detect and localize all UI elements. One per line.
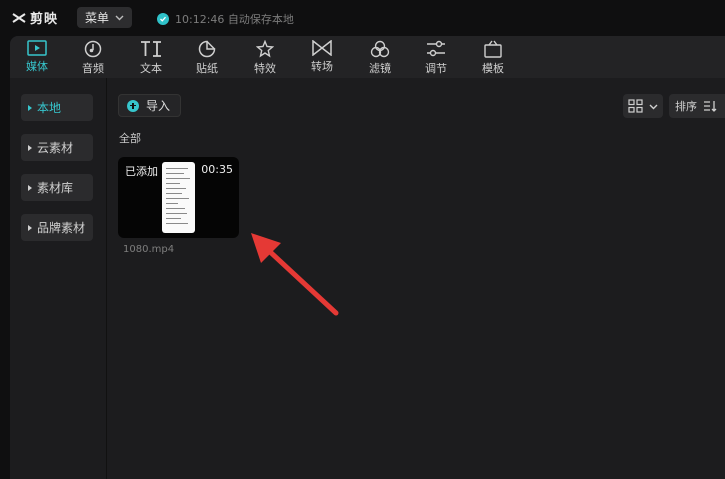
sidebar-item-label: 素材库 (37, 181, 74, 195)
autosave-text: 10:12:46 自动保存本地 (175, 13, 294, 26)
workspace: 媒体 音频 文本 贴纸 特效 转场 滤镜 调节 模板 本地 云素材 素材库 品牌… (10, 36, 725, 479)
filter-icon (370, 40, 390, 58)
tab-media-label: 媒体 (26, 60, 48, 73)
title-bar: 剪映 菜单 10:12:46 自动保存本地 (0, 0, 725, 36)
import-button[interactable]: 导入 (118, 94, 181, 117)
sidebar-item-label: 本地 (37, 101, 62, 115)
tab-template[interactable]: 模板 (473, 36, 513, 78)
media-icon (27, 40, 47, 56)
transition-icon (312, 40, 332, 56)
tab-template-label: 模板 (482, 62, 504, 75)
autosave-status: 10:12:46 自动保存本地 (157, 11, 294, 27)
triangle-right-icon (28, 224, 32, 231)
menu-label: 菜单 (84, 11, 109, 25)
tab-adjust-label: 调节 (425, 62, 447, 75)
app-logo: 剪映 (12, 8, 58, 27)
tab-effects-label: 特效 (254, 62, 276, 75)
tab-transition[interactable]: 转场 (302, 36, 342, 78)
sidebar-item-label: 云素材 (37, 141, 74, 155)
sidebar-item-cloud[interactable]: 云素材 (21, 134, 93, 161)
sort-icon (704, 101, 717, 112)
chevron-down-icon (649, 104, 658, 110)
triangle-right-icon (28, 104, 32, 111)
adjust-icon (427, 40, 445, 57)
sticker-icon (198, 40, 216, 58)
app-name: 剪映 (30, 12, 59, 27)
media-content: 导入 排序 全部 已添加 00:35 1080.mp4 (107, 78, 725, 479)
added-badge: 已添加 (125, 165, 158, 178)
chevron-down-icon (115, 15, 124, 20)
audio-icon (84, 40, 102, 58)
grid-view-icon (628, 99, 643, 113)
tab-adjust[interactable]: 调节 (416, 36, 456, 78)
sort-label: 排序 (675, 100, 697, 113)
media-thumbnail[interactable]: 已添加 00:35 (118, 157, 239, 238)
tab-sticker-label: 贴纸 (196, 62, 218, 75)
effects-icon (256, 40, 274, 58)
video-preview-image (162, 162, 195, 233)
video-duration: 00:35 (201, 163, 233, 176)
tab-audio-label: 音频 (82, 62, 104, 75)
tab-audio[interactable]: 音频 (73, 36, 113, 78)
tab-sticker[interactable]: 贴纸 (187, 36, 227, 78)
menu-button[interactable]: 菜单 (77, 7, 132, 28)
tab-transition-label: 转场 (311, 60, 333, 73)
tab-effects[interactable]: 特效 (245, 36, 285, 78)
media-filename: 1080.mp4 (123, 244, 175, 255)
tab-text[interactable]: 文本 (131, 36, 171, 78)
text-icon (141, 41, 161, 57)
tab-media[interactable]: 媒体 (17, 36, 57, 78)
triangle-right-icon (28, 184, 32, 191)
annotation-arrow (251, 233, 339, 316)
media-sidebar: 本地 云素材 素材库 品牌素材 (10, 78, 107, 479)
import-label: 导入 (146, 99, 171, 113)
triangle-right-icon (28, 144, 32, 151)
sort-button[interactable]: 排序 (669, 94, 725, 118)
sidebar-item-brand[interactable]: 品牌素材 (21, 214, 93, 241)
tab-text-label: 文本 (140, 62, 162, 75)
sidebar-item-local[interactable]: 本地 (21, 94, 93, 121)
capcut-logo-icon (12, 12, 26, 23)
section-label-all: 全部 (119, 132, 141, 145)
sidebar-item-library[interactable]: 素材库 (21, 174, 93, 201)
sidebar-item-label: 品牌素材 (37, 221, 86, 235)
plus-icon (127, 99, 139, 112)
tab-filter-label: 滤镜 (369, 62, 391, 75)
check-icon (157, 13, 169, 25)
view-mode-button[interactable] (623, 94, 663, 118)
top-toolbar: 媒体 音频 文本 贴纸 特效 转场 滤镜 调节 模板 (10, 36, 725, 78)
tab-filter[interactable]: 滤镜 (360, 36, 400, 78)
template-icon (484, 40, 502, 58)
